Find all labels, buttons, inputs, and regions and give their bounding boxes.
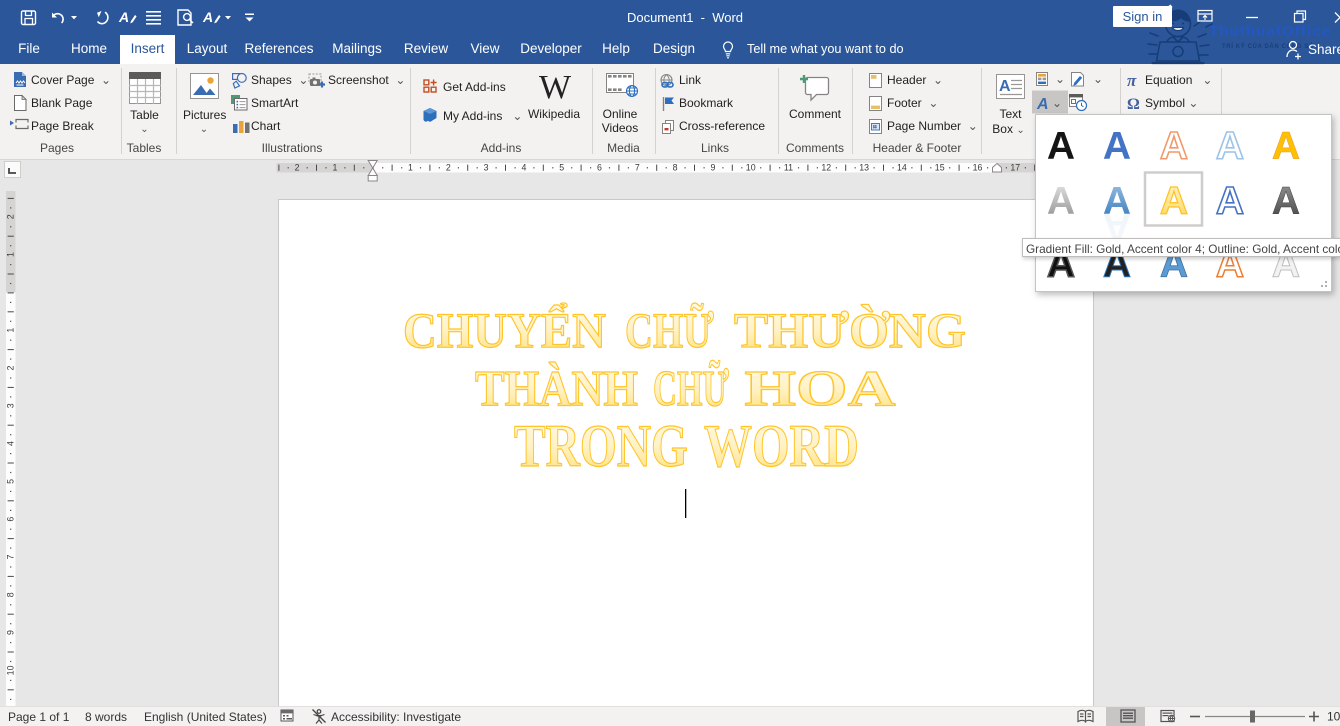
svg-text:A: A	[1216, 125, 1244, 168]
svg-text:2: 2	[6, 214, 16, 219]
svg-text:A: A	[1036, 96, 1049, 113]
svg-text:A: A	[999, 78, 1011, 95]
svg-text:CHUYỂN: CHUYỂN	[403, 302, 606, 358]
svg-text:A: A	[202, 9, 213, 25]
svg-text:A: A	[1160, 125, 1188, 168]
svg-text:Share: Share	[1308, 42, 1340, 57]
svg-text:2: 2	[6, 365, 16, 370]
svg-text:A: A	[1272, 125, 1300, 168]
svg-text:15: 15	[935, 163, 945, 173]
svg-text:WORD: WORD	[704, 412, 859, 480]
svg-text:7: 7	[6, 554, 16, 559]
svg-text:4: 4	[6, 441, 16, 446]
svg-text:13: 13	[859, 163, 869, 173]
svg-text:6: 6	[6, 517, 16, 522]
svg-text:2: 2	[295, 163, 300, 173]
svg-text:A: A	[1216, 180, 1244, 223]
svg-text:π: π	[1127, 71, 1137, 90]
svg-text:10: 10	[746, 163, 756, 173]
svg-text:12: 12	[821, 163, 831, 173]
svg-text:9: 9	[710, 163, 715, 173]
svg-text:TRONG: TRONG	[514, 413, 688, 480]
svg-text:5: 5	[559, 163, 564, 173]
svg-text:W: W	[539, 69, 572, 106]
svg-text:1: 1	[6, 328, 16, 333]
svg-text:CHỮ: CHỮ	[653, 360, 729, 417]
svg-text:3: 3	[484, 163, 489, 173]
svg-text:2: 2	[446, 163, 451, 173]
svg-text:17: 17	[1010, 163, 1020, 173]
svg-text:A: A	[1103, 125, 1131, 168]
svg-text:9: 9	[6, 630, 16, 635]
svg-text:1: 1	[332, 163, 337, 173]
svg-text:CHỮ: CHỮ	[625, 302, 714, 358]
svg-text:7: 7	[635, 163, 640, 173]
svg-text:1: 1	[408, 163, 413, 173]
svg-text:Ω: Ω	[1127, 96, 1140, 113]
svg-text:16: 16	[973, 163, 983, 173]
svg-text:8: 8	[673, 163, 678, 173]
svg-text:6: 6	[597, 163, 602, 173]
svg-text:HOA: HOA	[745, 360, 896, 417]
svg-text:100%: 100%	[1327, 710, 1340, 724]
svg-text:3: 3	[6, 403, 16, 408]
svg-text:A: A	[1272, 180, 1300, 223]
svg-text:14: 14	[897, 163, 907, 173]
svg-text:A: A	[1160, 180, 1188, 223]
svg-text:11: 11	[784, 163, 793, 173]
svg-text:THƯỜNG: THƯỜNG	[734, 303, 966, 358]
svg-text:A: A	[118, 9, 129, 25]
svg-text:5: 5	[6, 479, 16, 484]
svg-text:A: A	[1047, 125, 1075, 168]
svg-text:1: 1	[6, 252, 16, 257]
svg-text:8: 8	[6, 592, 16, 597]
svg-text:THÀNH: THÀNH	[475, 361, 638, 418]
svg-text:10: 10	[6, 665, 16, 675]
svg-text:A: A	[1047, 180, 1075, 223]
svg-text:4: 4	[521, 163, 526, 173]
